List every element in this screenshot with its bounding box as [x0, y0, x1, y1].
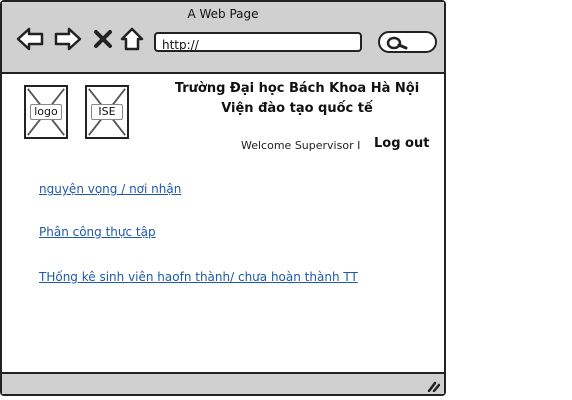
logout-link[interactable]: Log out: [374, 136, 429, 151]
window-title: A Web Page: [187, 7, 259, 21]
logo-label: logo: [30, 104, 62, 120]
search-box[interactable]: [378, 31, 437, 53]
welcome-text: Welcome Supervisor I: [241, 139, 361, 152]
forward-arrow-icon[interactable]: [54, 26, 82, 52]
status-bar: [2, 372, 444, 394]
resize-grip-icon[interactable]: [426, 378, 440, 392]
ise-label: ISE: [91, 104, 123, 120]
browser-toolbar: A Web Page: [2, 2, 444, 74]
link-wishes-placement[interactable]: nguyện vọng / nơi nhận: [39, 182, 181, 196]
institute-name: Viện đào tạo quốc tế: [221, 101, 373, 116]
home-icon[interactable]: [119, 26, 145, 52]
link-internship-assignment[interactable]: Phân công thực tập: [39, 225, 156, 239]
logo-image-placeholder: logo: [24, 85, 68, 139]
university-name: Trường Đại học Bách Khoa Hà Nội: [174, 81, 420, 96]
address-bar[interactable]: [154, 32, 363, 53]
ise-image-placeholder: ISE: [85, 85, 129, 139]
back-arrow-icon[interactable]: [16, 26, 44, 52]
link-student-statistics[interactable]: THống kê sinh viên haofn thành/ chưa hoà…: [39, 270, 358, 284]
browser-window: A Web Page logo ISE Trường Đại họ: [0, 0, 446, 396]
search-icon: [386, 36, 408, 50]
url-input[interactable]: [156, 37, 363, 53]
stop-close-icon[interactable]: [92, 26, 114, 52]
